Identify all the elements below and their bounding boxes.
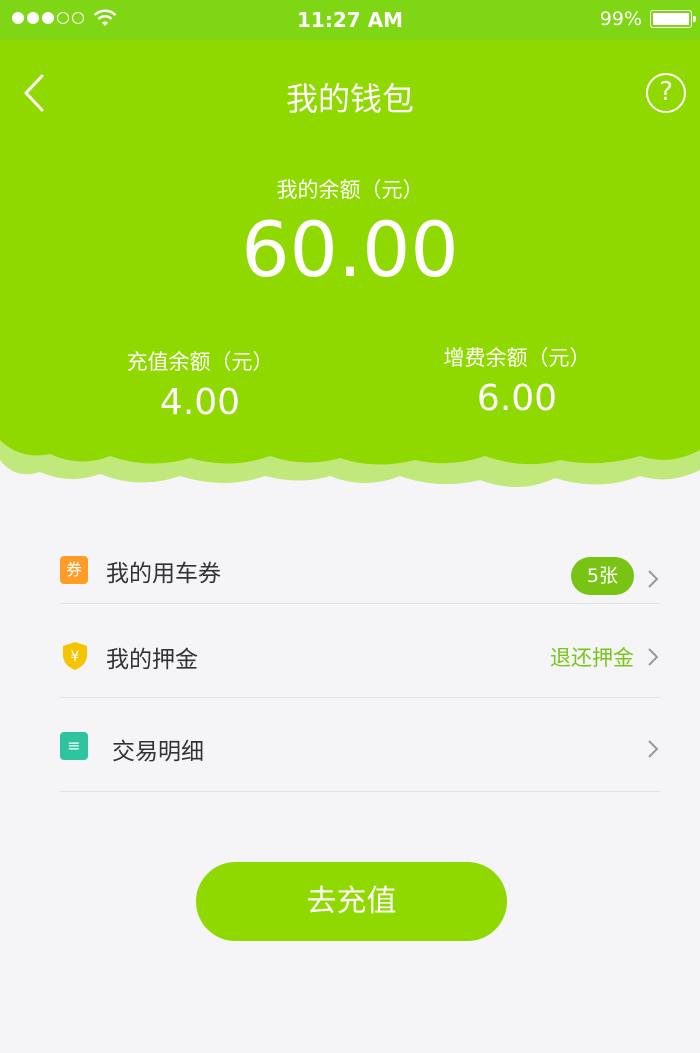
recharge-balance-value: 4.00	[159, 382, 241, 423]
chevron-right-icon	[648, 570, 659, 588]
battery-percent: 99%	[599, 8, 642, 30]
status-bar: 11:27 AM 99%	[0, 0, 700, 40]
recharge-balance-label: 充值余额（元）	[126, 350, 274, 374]
battery-tip	[693, 16, 696, 22]
coupon-count-badge: 5张	[570, 557, 634, 595]
transactions-icon: ≡	[60, 732, 88, 760]
deposit-shield-icon: ¥	[63, 642, 87, 670]
deposit-icon-glyph: ¥	[71, 649, 80, 665]
bonus-balance-label: 增费余额（元）	[443, 346, 591, 370]
menu-item-deposit[interactable]: ¥ 我的押金 退还押金	[60, 604, 660, 698]
status-right: 99%	[599, 8, 696, 30]
menu-item-transactions-label: 交易明细	[112, 739, 204, 765]
coupon-icon: 券	[60, 556, 88, 584]
cloud-divider	[0, 410, 700, 488]
battery-level	[653, 13, 689, 25]
page-title: 我的钱包	[285, 80, 414, 118]
menu-item-coupons[interactable]: 券 我的用车券 5张	[60, 520, 660, 604]
recharge-balance: 充值余额（元） 4.00	[75, 346, 325, 423]
help-button[interactable]: ?	[646, 73, 686, 113]
menu-item-coupons-label: 我的用车券	[106, 561, 221, 587]
balance-value: 60.00	[241, 205, 459, 294]
bonus-balance: 增费余额（元） 6.00	[392, 342, 642, 419]
refund-deposit-link[interactable]: 退还押金	[550, 642, 634, 672]
wallet-menu-list: 券 我的用车券 5张 ¥ 我的押金 退还押金 ≡ 交易明细	[60, 520, 660, 792]
chevron-right-icon	[648, 740, 659, 758]
balance-label: 我的余额（元）	[276, 178, 424, 202]
menu-item-transactions[interactable]: ≡ 交易明细	[60, 698, 660, 792]
status-time: 11:27 AM	[296, 8, 403, 32]
chevron-right-icon	[648, 648, 659, 666]
recharge-button[interactable]: 去充值	[196, 862, 507, 941]
menu-item-deposit-label: 我的押金	[106, 647, 198, 673]
battery-icon	[650, 10, 696, 28]
bonus-balance-value: 6.00	[476, 378, 558, 419]
